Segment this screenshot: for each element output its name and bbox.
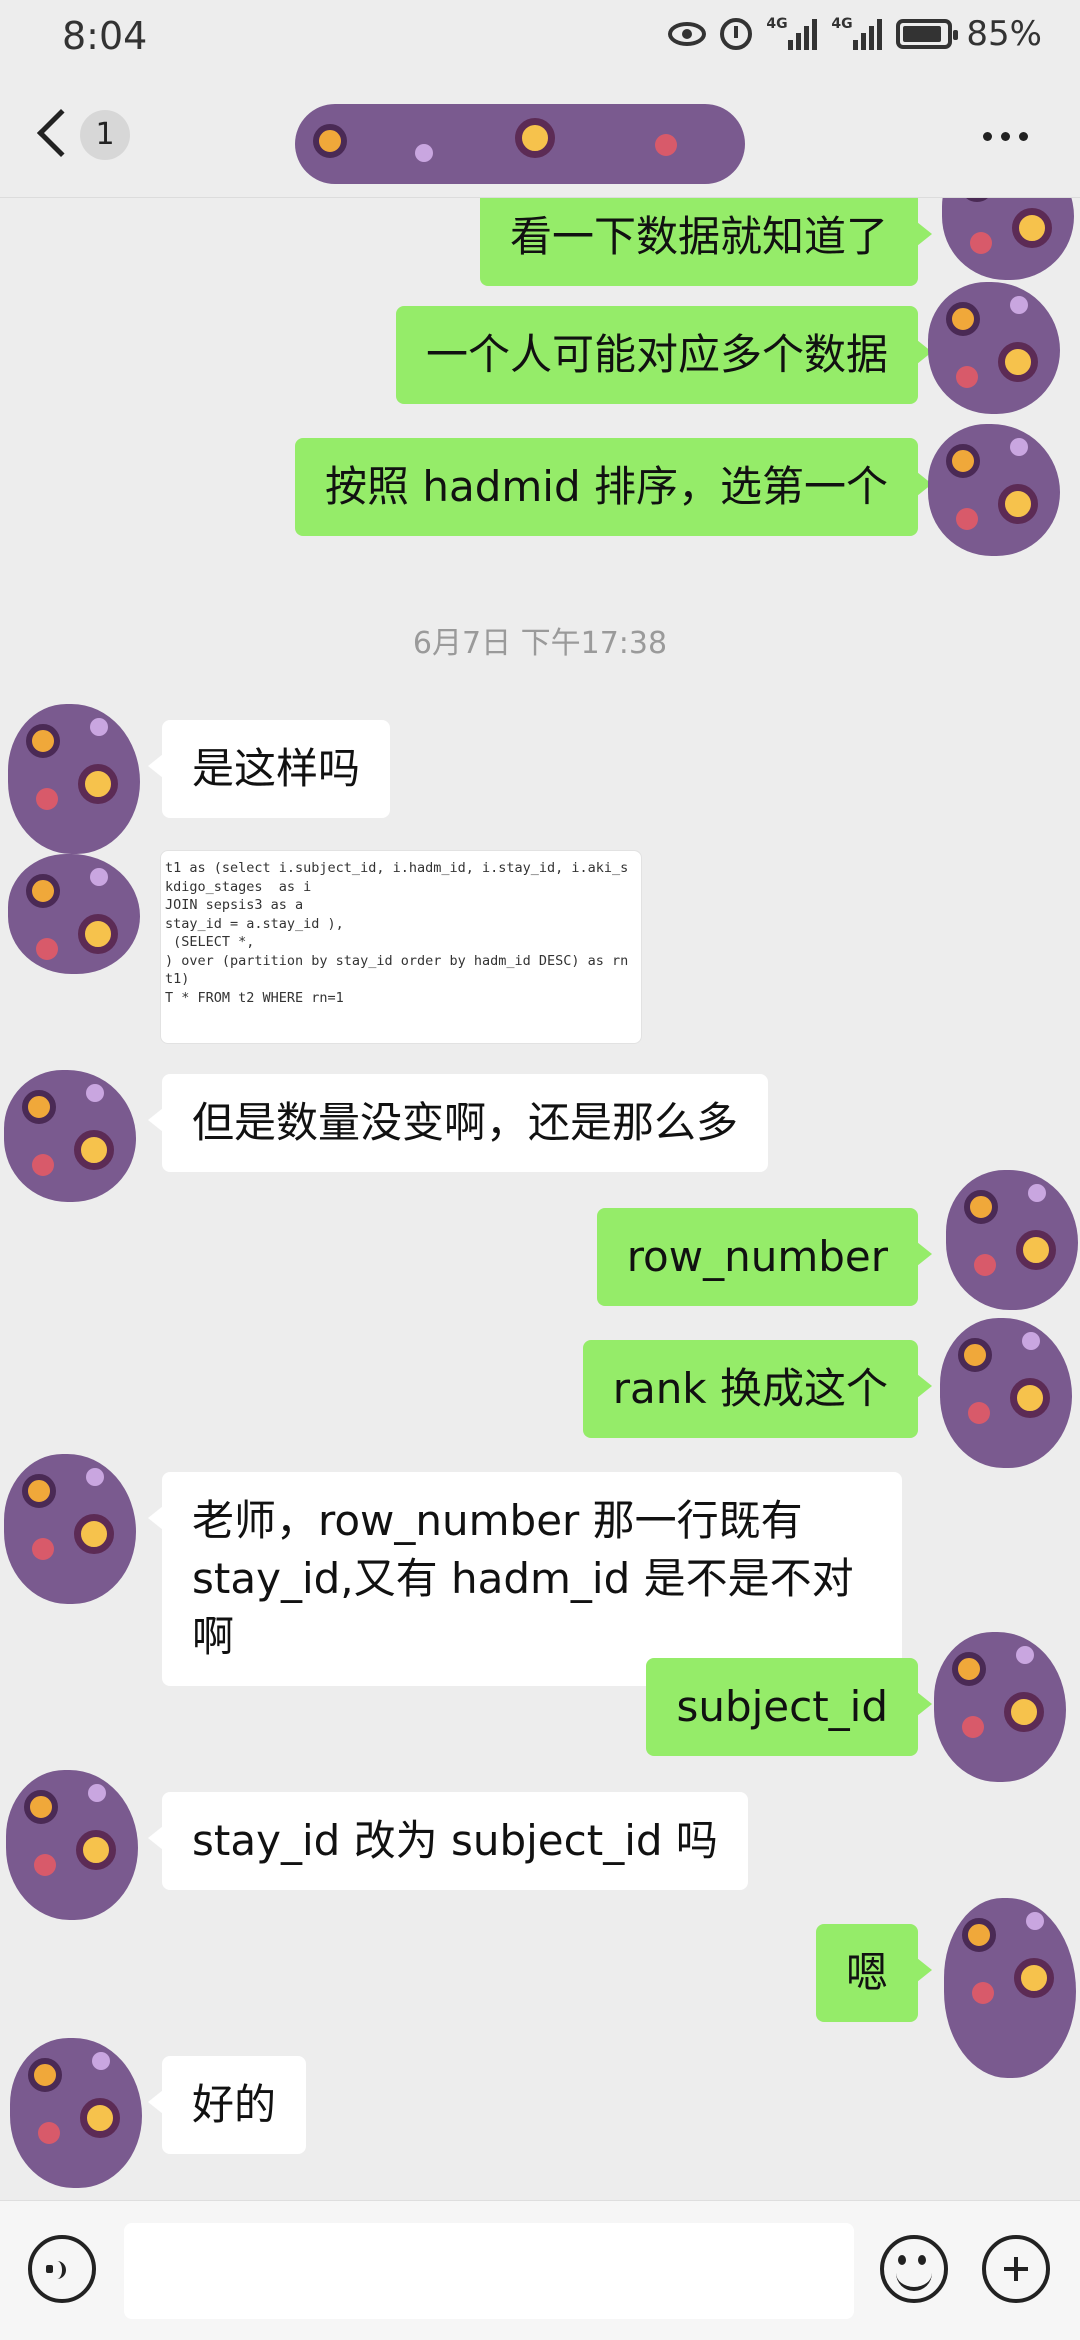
- contact-avatar[interactable]: [8, 704, 140, 854]
- message-bubble[interactable]: subject_id: [646, 1658, 932, 1756]
- plus-icon[interactable]: [982, 2235, 1050, 2303]
- network-label: 4G: [766, 16, 788, 32]
- message-bubble[interactable]: 看一下数据就知道了: [479, 198, 933, 286]
- status-time: 8:04: [62, 14, 148, 58]
- code-line: JOIN sepsis3 as a: [165, 897, 304, 913]
- message-bubble[interactable]: 嗯: [815, 1924, 933, 2022]
- contact-avatar[interactable]: [10, 2038, 142, 2188]
- voice-icon[interactable]: [28, 2235, 96, 2303]
- message-bubble[interactable]: row_number: [596, 1208, 933, 1306]
- contact-name-redacted: [295, 104, 745, 184]
- timestamp: 6月7日 下午17:38: [412, 626, 668, 661]
- status-icons: 4G 4G 85%: [668, 14, 1042, 54]
- battery-icon: [896, 19, 959, 49]
- message-bubble[interactable]: stay_id 改为 subject_id 吗: [148, 1792, 748, 1890]
- signal-icon: 4G: [766, 16, 818, 50]
- code-line: ) over (partition by stay_id order by ha…: [165, 952, 629, 969]
- my-avatar[interactable]: [928, 424, 1060, 556]
- alarm-icon: [720, 18, 753, 50]
- code-screenshot-image[interactable]: t1 as (select i.subject_id, i.hadm_id, i…: [160, 850, 642, 1044]
- contact-avatar[interactable]: [4, 1070, 136, 1202]
- chat-header: 1: [0, 80, 1080, 198]
- eye-icon: [668, 22, 707, 46]
- message-bubble[interactable]: rank 换成这个: [582, 1340, 933, 1438]
- code-line: T * FROM t2 WHERE rn=1: [165, 989, 344, 1006]
- signal-icon: 4G: [831, 16, 883, 50]
- input-bar: [0, 2200, 1080, 2340]
- network-label: 4G: [831, 16, 853, 32]
- my-avatar[interactable]: [944, 1898, 1076, 2078]
- unread-badge[interactable]: 1: [80, 110, 130, 160]
- more-dots-icon[interactable]: [983, 132, 1028, 141]
- message-bubble[interactable]: 老师，row_number 那一行既有 stay_id,又有 hadm_id 是…: [148, 1472, 902, 1686]
- chevron-left-icon[interactable]: [36, 108, 86, 158]
- code-line: t1 as (select i.subject_id, i.hadm_id, i…: [165, 860, 629, 876]
- message-bubble[interactable]: 好的: [147, 2056, 307, 2154]
- code-line: (SELECT *,: [165, 934, 255, 950]
- battery-percent: 85%: [966, 14, 1042, 54]
- contact-avatar[interactable]: [4, 1454, 136, 1604]
- code-line: t1): [165, 971, 190, 987]
- message-bubble[interactable]: 但是数量没变啊，还是那么多: [147, 1074, 769, 1172]
- my-avatar[interactable]: [940, 1318, 1072, 1468]
- status-bar: 8:04 4G 4G 85%: [0, 0, 1080, 80]
- contact-avatar[interactable]: [6, 1770, 138, 1920]
- message-input[interactable]: [124, 2223, 854, 2319]
- my-avatar[interactable]: [928, 282, 1060, 414]
- chat-messages: 看一下数据就知道了 一个人可能对应多个数据 按照 hadmid 排序，选第一个 …: [0, 198, 1080, 2200]
- my-avatar[interactable]: [934, 1632, 1066, 1782]
- message-bubble[interactable]: 是这样吗: [147, 720, 391, 818]
- message-bubble[interactable]: 一个人可能对应多个数据: [395, 306, 933, 404]
- contact-avatar[interactable]: [8, 854, 140, 974]
- my-avatar[interactable]: [946, 1170, 1078, 1310]
- my-avatar[interactable]: [942, 198, 1074, 280]
- code-line: stay_id = a.stay_id ),: [165, 915, 344, 932]
- code-line: kdigo_stages as i: [165, 878, 312, 895]
- message-bubble[interactable]: 按照 hadmid 排序，选第一个: [295, 438, 932, 536]
- emoji-icon[interactable]: [880, 2235, 948, 2303]
